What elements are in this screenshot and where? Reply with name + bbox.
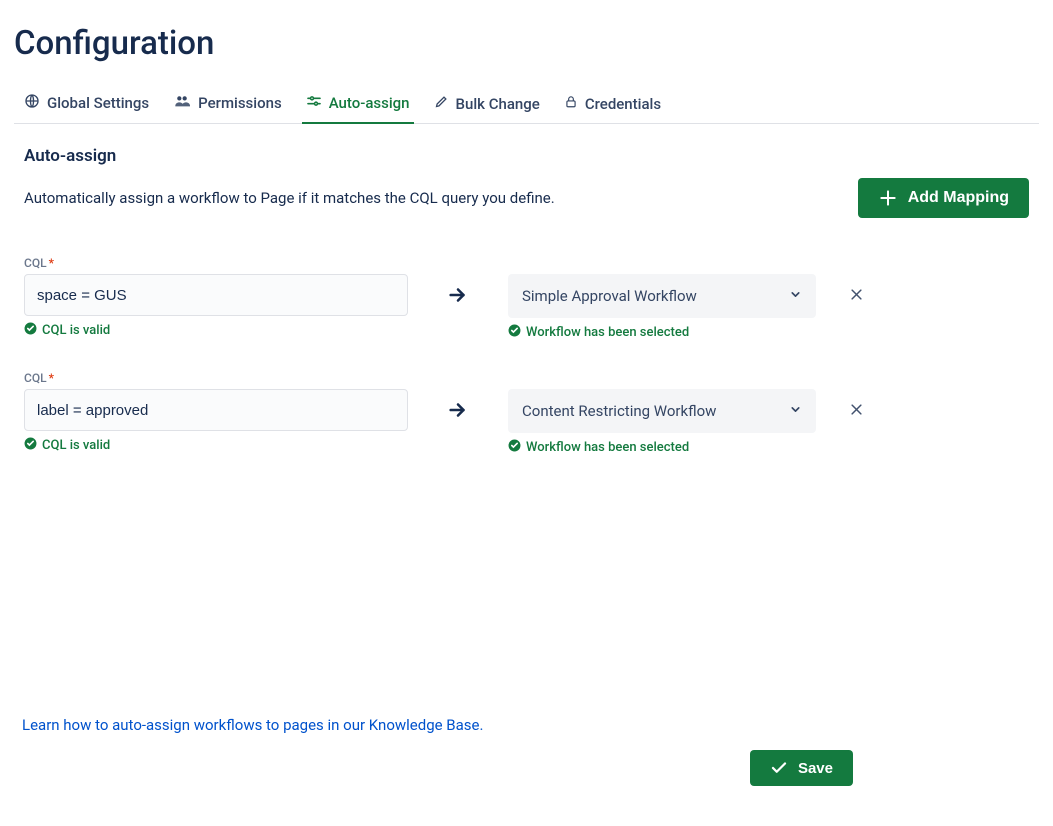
check-circle-icon	[24, 322, 37, 339]
mapping-row: CQL* CQL is valid Content Restricting Wo…	[24, 371, 1029, 456]
select-value: Simple Approval Workflow	[522, 287, 697, 305]
check-icon	[770, 759, 788, 777]
tab-label: Auto-assign	[329, 94, 410, 112]
remove-mapping-button[interactable]	[843, 281, 870, 311]
label-text: CQL	[24, 371, 47, 385]
chevron-down-icon	[789, 287, 802, 305]
workflow-valid-message: Workflow has been selected	[508, 439, 816, 456]
required-indicator: *	[49, 256, 54, 270]
select-value: Content Restricting Workflow	[522, 402, 716, 420]
globe-icon	[24, 93, 40, 113]
tab-content: Auto-assign Automatically assign a workf…	[14, 124, 1039, 786]
workflow-select[interactable]: Simple Approval Workflow	[508, 274, 816, 318]
message-text: Workflow has been selected	[526, 440, 689, 455]
tab-global-settings[interactable]: Global Settings	[22, 87, 151, 123]
tab-permissions[interactable]: Permissions	[171, 87, 284, 123]
tab-label: Bulk Change	[456, 95, 540, 113]
arrow-icon	[428, 274, 488, 316]
section-title: Auto-assign	[24, 146, 1029, 166]
users-icon	[173, 93, 191, 113]
cql-input[interactable]	[24, 274, 408, 316]
tab-label: Global Settings	[47, 94, 149, 112]
pencil-icon	[434, 94, 449, 113]
check-circle-icon	[24, 437, 37, 454]
cql-valid-message: CQL is valid	[24, 322, 408, 339]
tabs: Global Settings Permissions Auto-assign	[14, 87, 1039, 124]
chevron-down-icon	[789, 402, 802, 420]
message-text: CQL is valid	[42, 323, 110, 338]
button-label: Add Mapping	[908, 189, 1009, 207]
cql-label: CQL*	[24, 256, 408, 270]
close-icon	[849, 405, 864, 420]
learn-more-link[interactable]: Learn how to auto-assign workflows to pa…	[22, 716, 483, 734]
button-label: Save	[798, 760, 833, 777]
page-title: Configuration	[14, 24, 1039, 63]
tab-label: Permissions	[198, 94, 282, 112]
message-text: Workflow has been selected	[526, 325, 689, 340]
label-text: CQL	[24, 256, 47, 270]
add-mapping-button[interactable]: Add Mapping	[858, 178, 1029, 218]
cql-valid-message: CQL is valid	[24, 437, 408, 454]
section-description: Automatically assign a workflow to Page …	[24, 189, 555, 207]
check-circle-icon	[508, 439, 521, 456]
tab-auto-assign[interactable]: Auto-assign	[304, 87, 412, 123]
cql-input[interactable]	[24, 389, 408, 431]
sliders-icon	[306, 93, 322, 113]
message-text: CQL is valid	[42, 438, 110, 453]
close-icon	[849, 290, 864, 305]
workflow-select[interactable]: Content Restricting Workflow	[508, 389, 816, 433]
remove-mapping-button[interactable]	[843, 396, 870, 426]
save-button[interactable]: Save	[750, 750, 853, 786]
tab-bulk-change[interactable]: Bulk Change	[432, 88, 542, 123]
workflow-valid-message: Workflow has been selected	[508, 324, 816, 341]
mapping-row: CQL* CQL is valid Simple Approval Workfl…	[24, 256, 1029, 341]
check-circle-icon	[508, 324, 521, 341]
required-indicator: *	[49, 371, 54, 385]
plus-icon	[878, 188, 898, 208]
arrow-icon	[428, 389, 488, 431]
tab-label: Credentials	[585, 95, 661, 113]
cql-label: CQL*	[24, 371, 408, 385]
tab-credentials[interactable]: Credentials	[562, 88, 663, 123]
lock-icon	[564, 94, 578, 113]
